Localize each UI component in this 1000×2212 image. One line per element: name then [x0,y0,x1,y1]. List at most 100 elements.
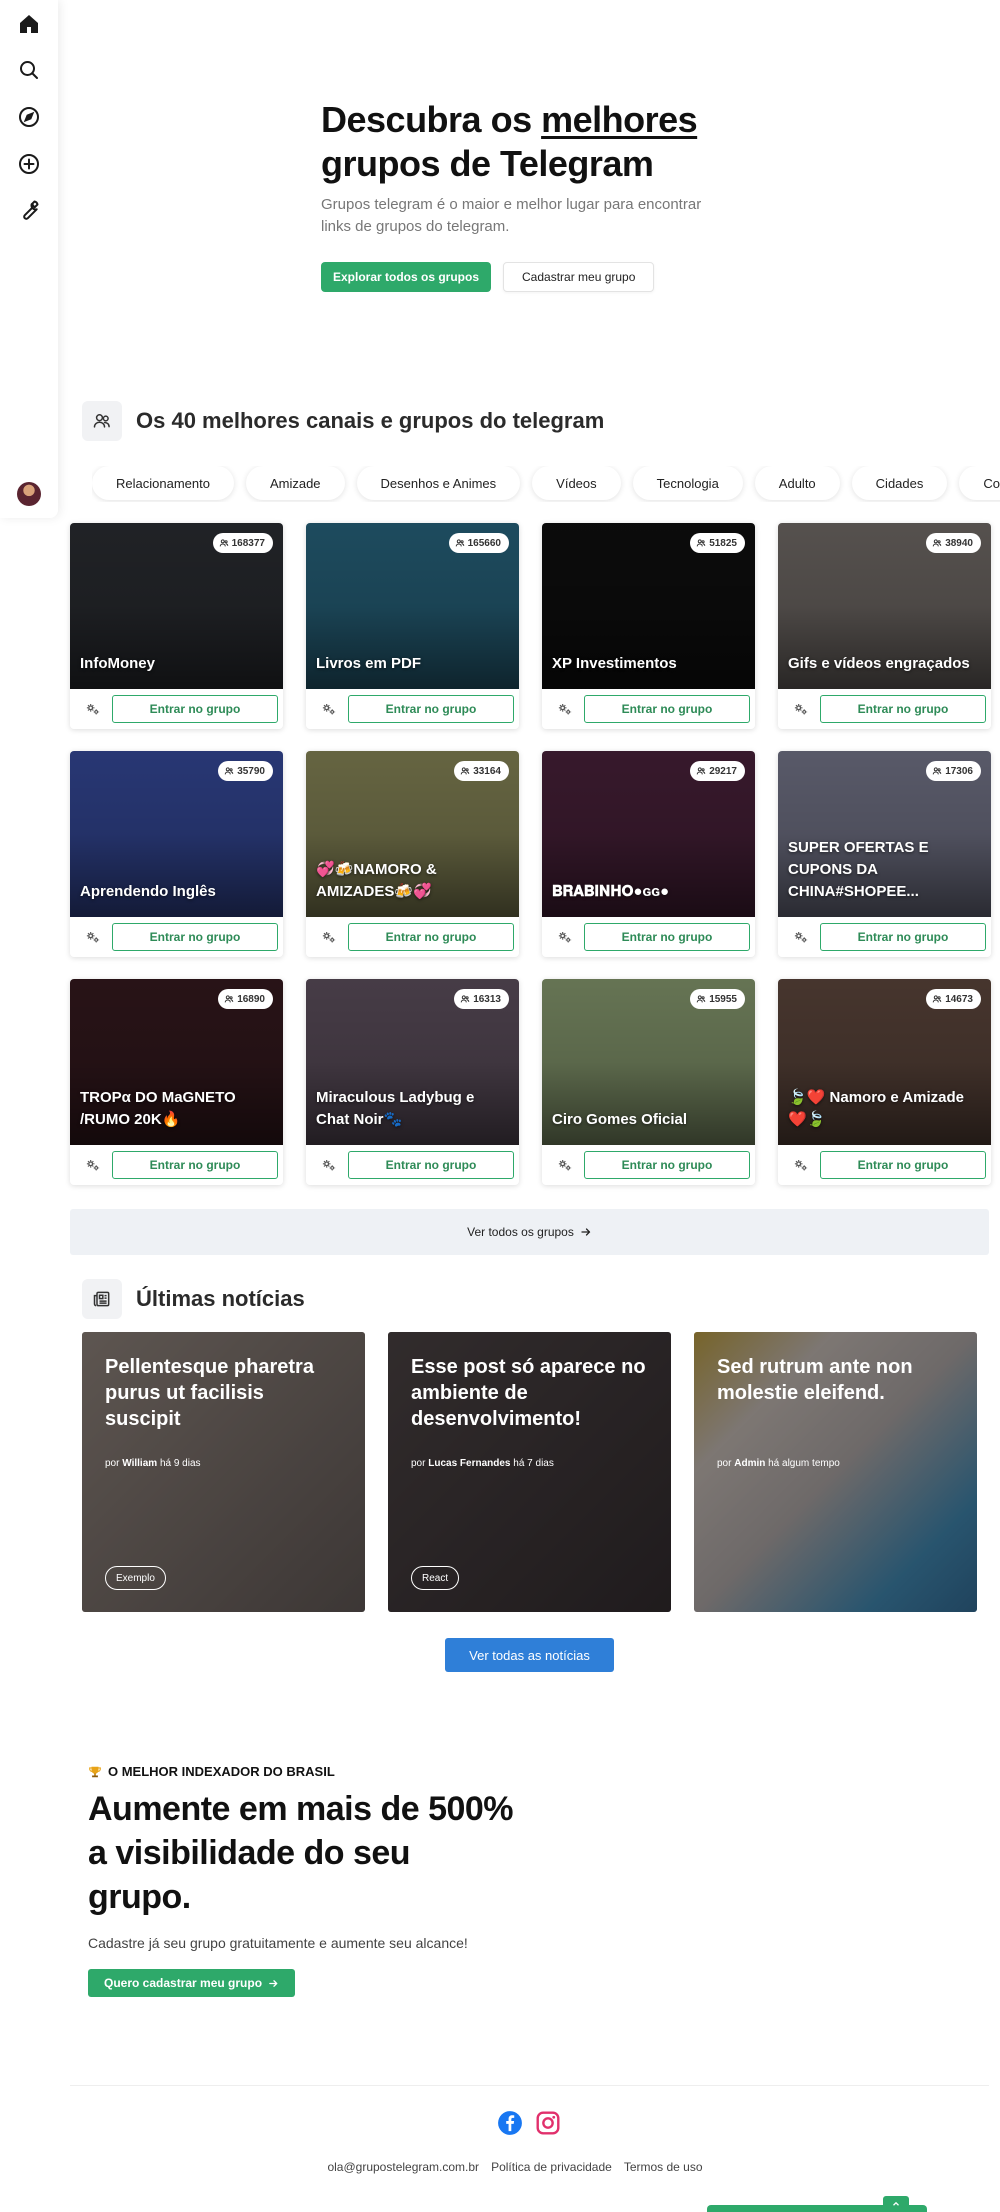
group-image[interactable]: 51825 XP Investimentos [542,523,755,689]
group-image[interactable]: 15955 Ciro Gomes Oficial [542,979,755,1145]
settings-icon[interactable] [558,1158,572,1172]
group-image[interactable]: 35790 Aprendendo Inglês [70,751,283,917]
group-card[interactable]: 168377 InfoMoney Entrar no grupo [70,523,283,729]
add-circle-icon[interactable] [15,150,43,178]
news-card[interactable]: Esse post só aparece no ambiente de dese… [388,1332,671,1612]
cta-text: Cadastre já seu grupo gratuitamente e au… [88,1935,468,1951]
facebook-icon[interactable] [497,2110,523,2136]
scroll-to-top-button[interactable] [883,2196,909,2212]
register-group-button[interactable]: Cadastrar meu grupo [503,262,655,292]
group-card[interactable]: 17306 SUPER OFERTAS E CUPONS DA CHINA#SHO… [778,751,991,957]
users-icon [460,767,470,775]
users-icon [460,995,470,1003]
group-name: 🍃❤️ Namoro e Amizade ❤️🍃 [788,1089,965,1128]
settings-icon[interactable] [86,1158,100,1172]
group-image[interactable]: 16313 Miraculous Ladybug e Chat Noir🐾 [306,979,519,1145]
category-chip[interactable]: Vídeos [532,466,621,500]
group-name: Gifs e vídeos engraçados [788,655,970,672]
join-group-button[interactable]: Entrar no grupo [820,923,986,951]
group-card[interactable]: 165660 Livros em PDF Entrar no grupo [306,523,519,729]
explore-groups-button[interactable]: Explorar todos os grupos [321,262,492,292]
category-chip[interactable]: Tecnologia [632,466,743,500]
footer-email-link[interactable]: ola@grupostelegram.com.br [327,2160,479,2174]
group-card[interactable]: 15955 Ciro Gomes Oficial Entrar no grupo [542,979,755,1185]
group-image[interactable]: 38940 Gifs e vídeos engraçados [778,523,991,689]
compass-icon[interactable] [15,103,43,131]
join-group-button[interactable]: Entrar no grupo [112,923,278,951]
footer-divider [70,2085,989,2086]
footer-privacy-link[interactable]: Política de privacidade [491,2160,612,2174]
group-card[interactable]: 35790 Aprendendo Inglês Entrar no grupo [70,751,283,957]
group-image[interactable]: 33164 💞🍻NAMORO & AMIZADES🍻💞 [306,751,519,917]
group-image[interactable]: 165660 Livros em PDF [306,523,519,689]
settings-icon[interactable] [86,930,100,944]
group-card[interactable]: 14673 🍃❤️ Namoro e Amizade ❤️🍃 Entrar no g… [778,979,991,1185]
join-group-button[interactable]: Entrar no grupo [348,1151,514,1179]
category-chip[interactable]: Relacionamento [92,466,234,500]
group-card[interactable]: 16313 Miraculous Ladybug e Chat Noir🐾 Entr… [306,979,519,1185]
category-chip[interactable]: Amizade [245,466,345,500]
settings-icon[interactable] [558,702,572,716]
trophy-icon [89,1766,101,1777]
category-chip[interactable]: Compr [959,466,1000,500]
news-title: Sed rutrum ante non molestie eleifend. [717,1356,913,1404]
settings-icon[interactable] [86,702,100,716]
join-group-button[interactable]: Entrar no grupo [112,695,278,723]
group-name: TROPα DO MaGNETO /RUMO 20K🔥 [80,1089,236,1128]
home-icon[interactable] [15,10,43,38]
category-chip[interactable]: Cidades [851,466,948,500]
group-card[interactable]: 38940 Gifs e vídeos engraçados Entrar no g… [778,523,991,729]
settings-icon[interactable] [558,930,572,944]
join-group-button[interactable]: Entrar no grupo [584,923,750,951]
join-group-button[interactable]: Entrar no grupo [820,695,986,723]
footer-terms-link[interactable]: Termos de uso [624,2160,703,2174]
news-title: Esse post só aparece no ambiente de dese… [411,1356,646,1430]
group-card[interactable]: 51825 XP Investimentos Entrar no grupo [542,523,755,729]
group-card[interactable]: 16890 TROPα DO MaGNETO /RUMO 20K🔥 Entrar n… [70,979,283,1185]
category-chip[interactable]: Desenhos e Animes [356,466,521,500]
register-group-cta-button[interactable]: Quero cadastrar meu grupo [88,1969,296,1997]
settings-icon[interactable] [322,702,336,716]
join-group-button[interactable]: Entrar no grupo [112,1151,278,1179]
join-group-button[interactable]: Entrar no grupo [348,695,514,723]
settings-icon[interactable] [794,930,808,944]
avatar[interactable] [17,482,41,506]
group-name: Ciro Gomes Oficial [552,1111,688,1128]
group-image[interactable]: 14673 🍃❤️ Namoro e Amizade ❤️🍃 [778,979,991,1145]
cta-kicker: O MELHOR INDEXADOR DO BRASIL [88,1764,518,1779]
news-tag[interactable]: Exemplo [105,1566,166,1590]
settings-icon[interactable] [322,1158,336,1172]
join-group-button[interactable]: Entrar no grupo [820,1151,986,1179]
join-group-button[interactable]: Entrar no grupo [348,923,514,951]
search-icon[interactable] [15,56,43,84]
group-card[interactable]: 33164 💞🍻NAMORO & AMIZADES🍻💞 Entrar no grup… [306,751,519,957]
member-count-badge: 35790 [218,761,273,781]
news-section-title: Últimas notícias [136,1286,305,1311]
member-count-badge: 29217 [690,761,745,781]
see-all-news-button[interactable]: Ver todas as notícias [445,1638,614,1672]
join-group-button[interactable]: Entrar no grupo [584,695,750,723]
news-tag[interactable]: React [411,1566,460,1590]
settings-icon[interactable] [322,930,336,944]
group-image[interactable]: 168377 InfoMoney [70,523,283,689]
users-icon [696,539,706,547]
group-image[interactable]: 29217 𝐁𝐑𝐀𝐁𝐈𝐍𝐇𝐎●ɢɢ● [542,751,755,917]
groups-section-header: Os 40 melhores canais e grupos do telegr… [82,401,604,441]
users-icon [224,995,234,1003]
join-group-button[interactable]: Entrar no grupo [584,1151,750,1179]
group-card[interactable]: 29217 𝐁𝐑𝐀𝐁𝐈𝐍𝐇𝐎●ɢɢ● Entrar no grupo [542,751,755,957]
instagram-icon[interactable] [535,2110,561,2136]
group-image[interactable]: 17306 SUPER OFERTAS E CUPONS DA CHINA#SHO… [778,751,991,917]
category-chip[interactable]: Adulto [754,466,840,500]
news-meta: por Lucas Fernandes há 7 dias [411,1458,554,1469]
group-image[interactable]: 16890 TROPα DO MaGNETO /RUMO 20K🔥 [70,979,283,1145]
wrench-icon[interactable] [15,196,43,224]
users-icon [219,539,228,547]
news-card[interactable]: Pellentesque pharetra purus ut facilisis… [82,1332,365,1612]
settings-icon[interactable] [794,1158,808,1172]
settings-icon[interactable] [794,702,808,716]
member-count-badge: 33164 [454,761,509,781]
news-card[interactable]: Sed rutrum ante non molestie eleifend. p… [694,1332,977,1612]
group-name: SUPER OFERTAS E CUPONS DA CHINA#SHOPEE..… [788,839,929,900]
see-all-groups-button[interactable]: Ver todos os grupos [70,1209,989,1255]
